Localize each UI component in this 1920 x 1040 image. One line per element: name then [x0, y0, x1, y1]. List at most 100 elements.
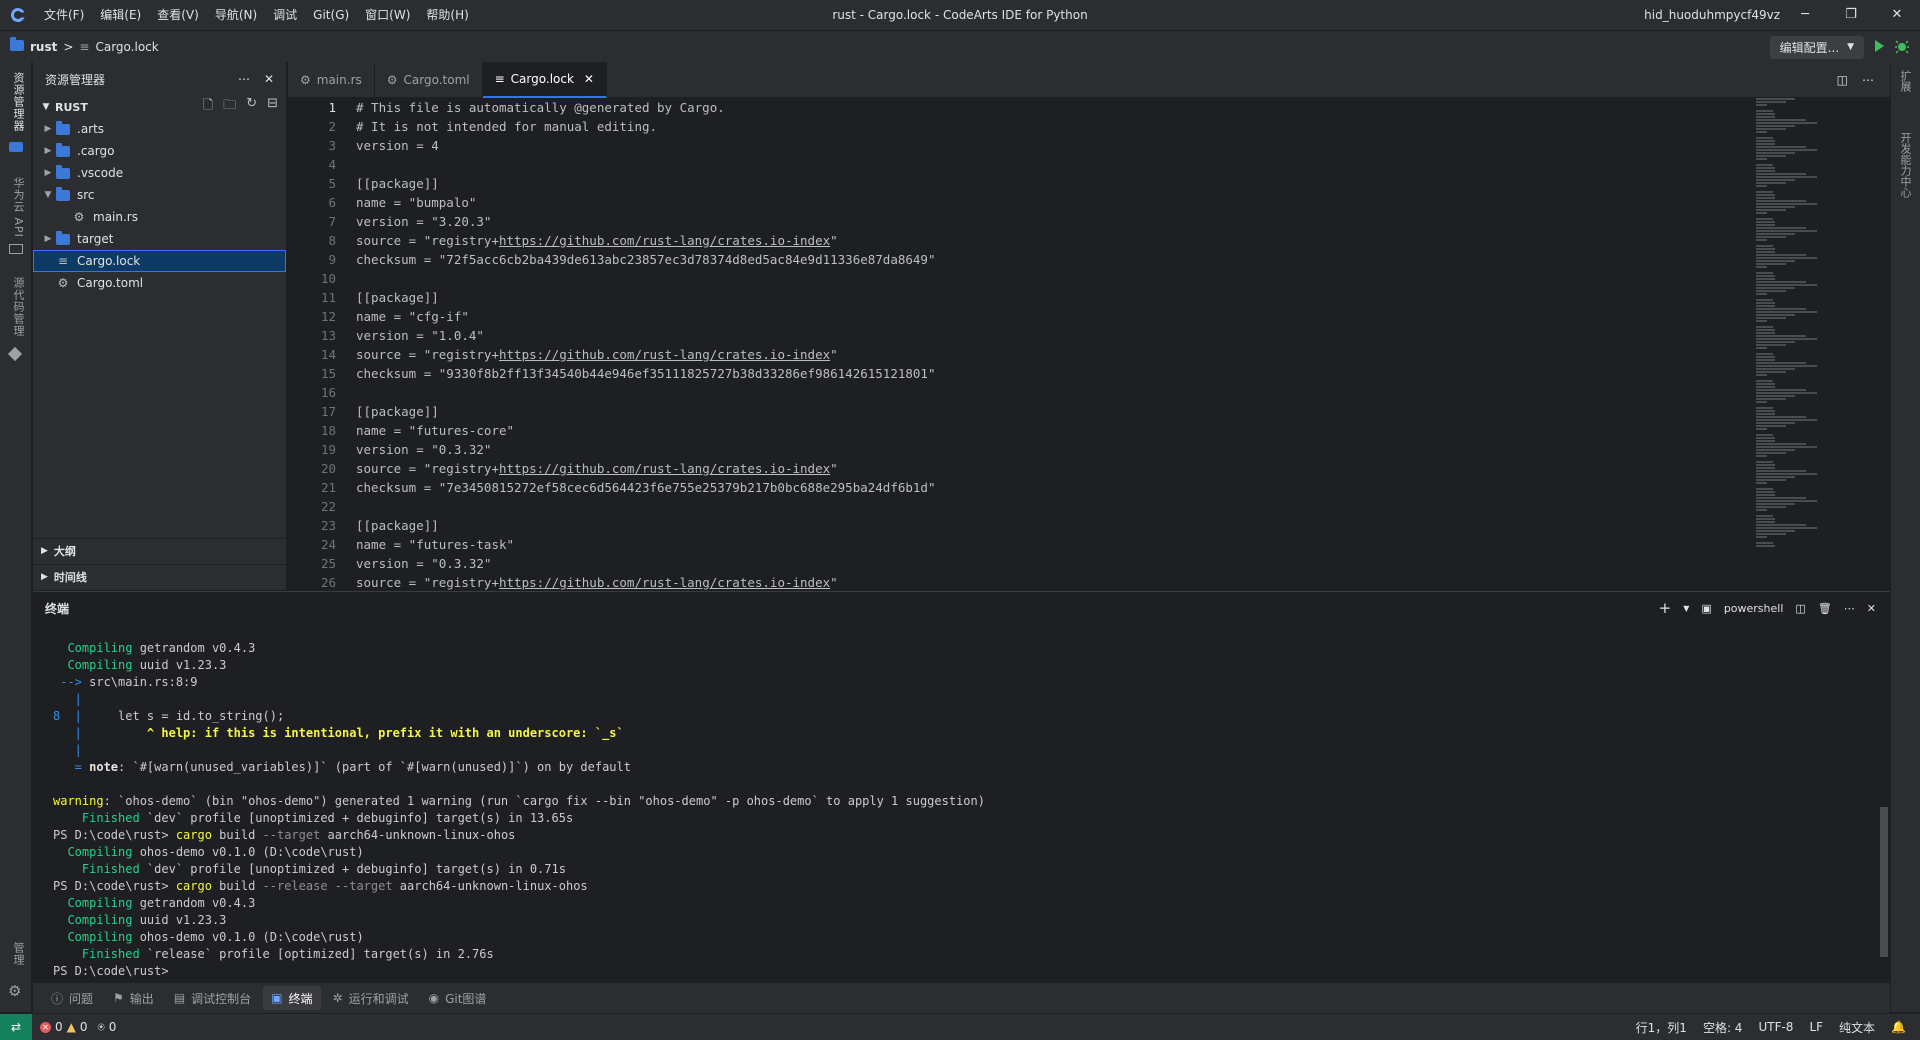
line-number: 25 [320, 556, 336, 571]
activity-dev-center[interactable]: 开发能力中心 [1897, 132, 1913, 198]
activity-huawei-api[interactable]: 华为云 API [6, 177, 26, 238]
run-icon[interactable] [1872, 39, 1886, 56]
terminal-output[interactable]: Compiling getrandom v0.4.3 Compiling uui… [53, 640, 985, 980]
close-icon[interactable]: ✕ [264, 72, 274, 86]
minimize-icon[interactable]: ─ [1782, 0, 1828, 30]
tab-cargo-toml[interactable]: ⚙ Cargo.toml [375, 62, 483, 98]
line-number: 13 [320, 328, 336, 343]
close-panel-icon[interactable]: ✕ [1867, 602, 1876, 615]
close-window-icon[interactable]: ✕ [1874, 0, 1920, 30]
run-config-dropdown[interactable]: 编辑配置... ▼ [1769, 35, 1864, 59]
more-actions-icon[interactable]: ⋯ [238, 72, 250, 86]
more-actions-icon[interactable]: ⋯ [1862, 73, 1874, 87]
minimap-line [1756, 119, 1806, 121]
line-number: 11 [320, 290, 336, 305]
folder-icon [10, 36, 24, 54]
tree-item-cargo-toml[interactable]: ⚙ Cargo.toml [33, 272, 286, 294]
new-folder-icon[interactable]: 🗀 [223, 96, 236, 118]
tab-label: 调试控制台 [191, 991, 252, 1006]
remote-indicator-icon[interactable]: ⇄ [0, 1013, 32, 1040]
tree-item-cargo-lock[interactable]: ≡ Cargo.lock [33, 250, 286, 272]
tab-cargo-lock[interactable]: ≡ Cargo.lock ✕ [482, 62, 607, 98]
minimap-line [1756, 197, 1776, 199]
encoding[interactable]: UTF-8 [1758, 1020, 1793, 1034]
code-link[interactable]: https://github.com/rust-lang/crates.io-i… [499, 233, 830, 248]
activity-explorer[interactable]: 资源管理器 [6, 72, 26, 132]
menu-edit[interactable]: 编辑(E) [92, 0, 149, 30]
breadcrumb-project[interactable]: rust [30, 40, 57, 54]
cursor-position[interactable]: 行1，列1 [1636, 1019, 1687, 1036]
line-number: 2 [328, 119, 336, 134]
code-content[interactable]: # This file is automatically @generated … [356, 98, 935, 590]
activity-manage[interactable]: 管理 [6, 942, 26, 966]
collapse-all-icon[interactable]: ⊟ [267, 96, 278, 118]
tab-output[interactable]: ⚑ 输出 [105, 986, 162, 1010]
tab-git-graph[interactable]: ◉ Git图谱 [421, 986, 495, 1010]
indentation[interactable]: 空格: 4 [1703, 1019, 1743, 1036]
editor-scrollbar[interactable] [1870, 98, 1880, 590]
code-link[interactable]: https://github.com/rust-lang/crates.io-i… [499, 575, 830, 590]
debug-icon[interactable] [1894, 38, 1910, 57]
minimap-line [1756, 137, 1773, 139]
new-terminal-icon[interactable]: + [1659, 599, 1672, 617]
menu-window[interactable]: 窗口(W) [357, 0, 418, 30]
trash-icon[interactable]: 🗑 [1818, 602, 1832, 615]
breadcrumb-file[interactable]: Cargo.lock [95, 40, 158, 54]
tree-item-arts[interactable]: ▶ .arts [33, 118, 286, 140]
code-link[interactable]: https://github.com/rust-lang/crates.io-i… [499, 347, 830, 362]
line-ending[interactable]: LF [1809, 1020, 1823, 1034]
settings-gear-icon[interactable]: ⚙ [8, 982, 21, 1000]
tree-item-cargo[interactable]: ▶ .cargo [33, 140, 286, 162]
activity-extensions[interactable]: 扩展 [1897, 70, 1913, 92]
line-number: 5 [328, 176, 336, 191]
terminal-line: 8 | let s = id.to_string(); [53, 709, 285, 723]
language-mode[interactable]: 纯文本 [1839, 1019, 1875, 1036]
tab-terminal[interactable]: ▣ 终端 [263, 986, 321, 1010]
close-tab-icon[interactable]: ✕ [584, 72, 594, 86]
tab-run-debug[interactable]: ✲ 运行和调试 [325, 986, 417, 1010]
tree-item-target[interactable]: ▶ target [33, 228, 286, 250]
tree-item-vscode[interactable]: ▶ .vscode [33, 162, 286, 184]
tree-item-main-rs[interactable]: ⚙ main.rs [33, 206, 286, 228]
minimap-line [1756, 515, 1773, 517]
flag-icon: ⚑ [113, 991, 124, 1005]
minimap-line [1756, 500, 1817, 502]
terminal-scrollbar[interactable] [1880, 807, 1888, 957]
refresh-icon[interactable]: ↻ [246, 96, 257, 118]
code-line: checksum = "7e3450815272ef58cec6d564423f… [356, 480, 936, 495]
menu-help[interactable]: 帮助(H) [418, 0, 476, 30]
menu-debug[interactable]: 调试 [265, 0, 305, 30]
ports-indicator[interactable]: ⍟ 0 [98, 1020, 117, 1035]
breadcrumb-bar: rust > ≡ Cargo.lock 编辑配置... ▼ [0, 30, 1920, 62]
restore-icon[interactable]: ❐ [1828, 0, 1874, 30]
chevron-right-icon: ▶ [41, 571, 48, 582]
tree-item-src[interactable]: ▼ src [33, 184, 286, 206]
split-terminal-icon[interactable]: ◫ [1795, 602, 1805, 615]
terminal-line: Compiling ohos-demo v0.1.0 (D:\code\rust… [53, 930, 364, 944]
menu-file[interactable]: 文件(F) [36, 0, 92, 30]
minimap[interactable] [1756, 98, 1866, 590]
source-folder-icon [55, 186, 71, 202]
tab-debug-console[interactable]: ▤ 调试控制台 [166, 986, 259, 1010]
line-number: 24 [320, 537, 336, 552]
new-file-icon[interactable]: 🗋 [203, 96, 213, 118]
menu-view[interactable]: 查看(V) [149, 0, 207, 30]
bell-icon[interactable]: 🔔 [1891, 1020, 1906, 1034]
workspace-root[interactable]: ▼ RUST 🗋 🗀 ↻ ⊟ [33, 96, 286, 118]
problems-indicator[interactable]: ✕ 0 ▲ 0 [40, 1020, 88, 1034]
chevron-down-icon[interactable]: ▼ [1683, 604, 1689, 613]
split-editor-icon[interactable]: ◫ [1837, 73, 1848, 87]
activity-source-control[interactable]: 源代码管理 [6, 277, 26, 337]
tab-problems[interactable]: ⓘ 问题 [43, 986, 101, 1010]
code-link[interactable]: https://github.com/rust-lang/crates.io-i… [499, 461, 830, 476]
more-actions-icon[interactable]: ⋯ [1844, 602, 1855, 615]
shell-name[interactable]: powershell [1724, 602, 1784, 615]
menu-git[interactable]: Git(G) [305, 0, 357, 30]
tab-main-rs[interactable]: ⚙ main.rs [288, 62, 375, 98]
user-account[interactable]: hid_huoduhmpycf49vz [1644, 0, 1780, 30]
minimap-line [1756, 524, 1806, 526]
outline-section[interactable]: ▶ 大纲 [33, 538, 287, 562]
menu-navigate[interactable]: 导航(N) [207, 0, 265, 30]
code-editor[interactable]: 1 2 3 4 5 6 7 8 9 10 11 12 13 14 15 16 17 18 19 20 21 22 23 24 2… [288, 98, 1890, 590]
timeline-section[interactable]: ▶ 时间线 [33, 564, 287, 588]
